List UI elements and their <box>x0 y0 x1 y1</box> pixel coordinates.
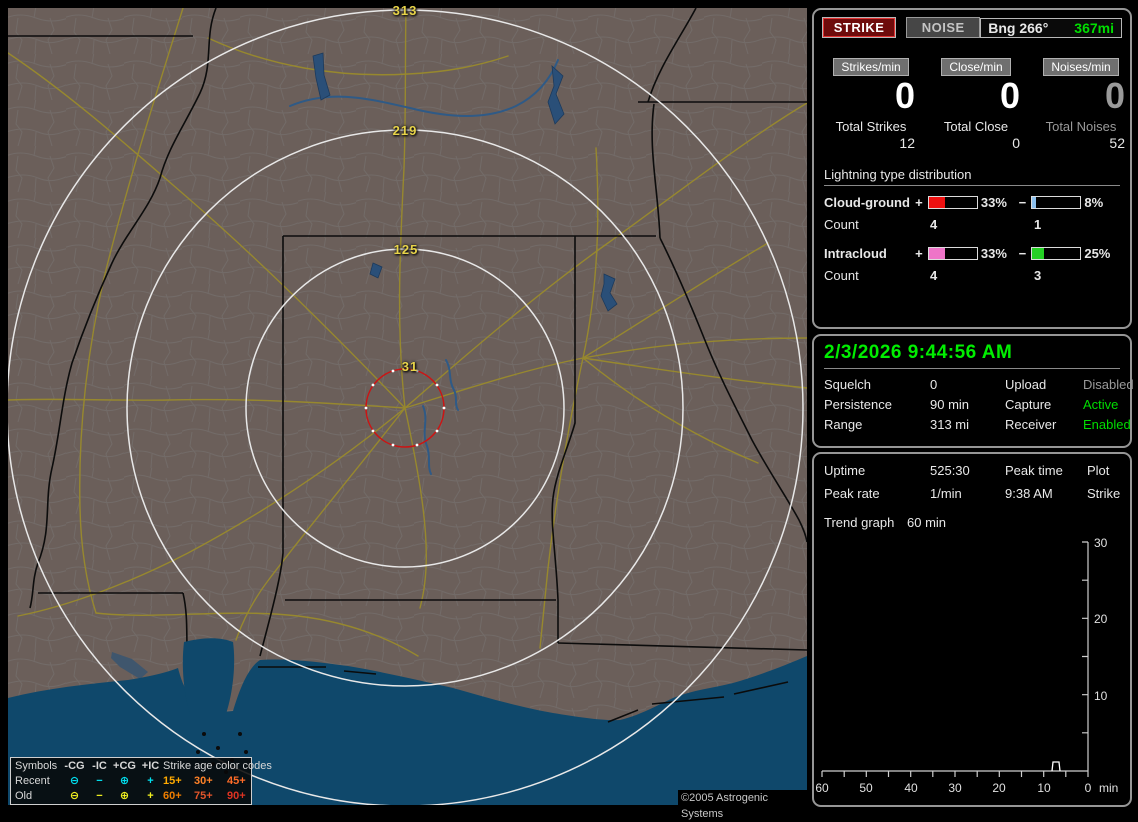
ic-positive-bar <box>927 247 978 260</box>
svg-text:min: min <box>1099 781 1118 795</box>
svg-text:50: 50 <box>859 781 873 795</box>
upload-label: Upload <box>1005 377 1047 392</box>
close-rate-value: 0 <box>999 75 1020 116</box>
intracloud-label: Intracloud <box>824 246 887 261</box>
range-label: Range <box>824 417 863 432</box>
svg-text:20: 20 <box>1094 612 1108 626</box>
lightning-map[interactable]: 313 219 125 31 Symbols -CG -IC +CG +IC S… <box>8 3 807 820</box>
plot-label: Plot <box>1087 463 1110 478</box>
total-strikes-label: Total Strikes <box>835 119 907 134</box>
status-panel: 2/3/2026 9:44:56 AM Squelch 0 Upload Dis… <box>812 334 1134 448</box>
uptime-value: 525:30 <box>930 463 970 478</box>
cg-negative-count: 1 <box>1034 217 1042 232</box>
bearing-display: Bng 266° 367mi <box>980 17 1122 38</box>
plus-sign: + <box>915 246 923 261</box>
count-label: Count <box>824 268 859 283</box>
cloud-ground-row: Cloud-ground + 33% − 8% <box>824 195 1120 210</box>
cg-positive-count: 4 <box>930 217 938 232</box>
svg-text:0: 0 <box>1085 781 1092 795</box>
cg-negative-pct: 8% <box>1084 195 1104 210</box>
receiver-label: Receiver <box>1005 417 1057 432</box>
strike-button[interactable]: STRIKE <box>822 17 897 38</box>
peak-time-label: Peak time <box>1005 463 1063 478</box>
squelch-label: Squelch <box>824 377 871 392</box>
total-strikes-value: 12 <box>899 135 915 151</box>
minus-sign: − <box>1018 246 1027 261</box>
peak-time-value: 9:38 AM <box>1005 486 1053 501</box>
total-noises-value: 52 <box>1109 135 1125 151</box>
mobile-bay <box>182 638 235 714</box>
cloud-ground-label: Cloud-ground <box>824 195 910 210</box>
count-label: Count <box>824 217 859 232</box>
noises-rate-value: 0 <box>1104 75 1125 116</box>
receiver-status: Enabled <box>1083 417 1131 432</box>
capture-label: Capture <box>1005 397 1052 412</box>
map-canvas <box>8 8 807 805</box>
ic-negative-count: 3 <box>1034 268 1042 283</box>
bearing-value: Bng 266° <box>988 19 1049 36</box>
cg-negative-bar <box>1031 196 1082 209</box>
persistence-value: 90 min <box>930 397 970 412</box>
uptime-label: Uptime <box>824 463 866 478</box>
strikes-column: Strikes/min 0 Total Strikes 12 <box>819 58 923 151</box>
noises-per-min-chip: Noises/min <box>1043 58 1119 76</box>
ic-negative-bar <box>1031 247 1082 260</box>
noise-button[interactable]: NOISE <box>906 17 981 38</box>
svg-text:40: 40 <box>904 781 918 795</box>
ic-count-row: Count 4 3 <box>824 268 1120 283</box>
persistence-label: Persistence <box>824 397 892 412</box>
peak-rate-label: Peak rate <box>824 486 880 501</box>
stats-panel: Uptime 525:30 Peak time Plot Peak rate 1… <box>812 452 1132 807</box>
range-value: 313 mi <box>930 417 970 432</box>
lightning-distribution: Lightning type distribution Cloud-ground… <box>824 167 1120 283</box>
strike-panel: STRIKE NOISE Bng 266° 367mi Strikes/min … <box>812 8 1132 329</box>
total-noises-label: Total Noises <box>1045 119 1117 134</box>
trend-graph-label: Trend graph <box>824 515 895 530</box>
svg-text:10: 10 <box>1037 781 1051 795</box>
ic-positive-pct: 33% <box>980 246 1007 261</box>
intracloud-row: Intracloud + 33% − 25% <box>824 246 1120 261</box>
trend-graph-window: 60 min <box>907 515 947 530</box>
bearing-distance: 367mi <box>1074 19 1114 36</box>
close-column: Close/min 0 Total Close 0 <box>924 58 1028 151</box>
graph-tick-labels: 30 20 10 60 50 40 30 20 10 0 min <box>815 536 1118 795</box>
close-per-min-chip: Close/min <box>941 58 1011 76</box>
plot-mode-value: Strike <box>1087 486 1121 501</box>
upload-status: Disabled <box>1083 377 1134 392</box>
squelch-value: 0 <box>930 377 938 392</box>
minus-sign: − <box>1018 195 1027 210</box>
datetime-display: 2/3/2026 9:44:56 AM <box>824 342 1120 369</box>
svg-text:60: 60 <box>815 781 829 795</box>
noises-column: Noises/min 0 Total Noises 52 <box>1029 58 1133 151</box>
svg-text:30: 30 <box>948 781 962 795</box>
peak-rate-value: 1/min <box>930 486 962 501</box>
distribution-title: Lightning type distribution <box>824 167 1120 186</box>
capture-status: Active <box>1083 397 1119 412</box>
total-close-label: Total Close <box>943 119 1009 134</box>
strike-rate-spike <box>1051 761 1061 772</box>
ic-positive-count: 4 <box>930 268 938 283</box>
svg-text:20: 20 <box>992 781 1006 795</box>
svg-text:10: 10 <box>1094 689 1108 703</box>
total-close-value: 0 <box>1012 135 1020 151</box>
cg-count-row: Count 4 1 <box>824 217 1120 232</box>
cg-positive-pct: 33% <box>980 195 1007 210</box>
strikes-per-min-chip: Strikes/min <box>833 58 909 76</box>
cg-positive-bar <box>927 196 978 209</box>
nexstorm-window: { "map": { "ring_labels": ["313", "219",… <box>0 0 1138 820</box>
ic-negative-pct: 25% <box>1084 246 1111 261</box>
strikes-rate-value: 0 <box>894 75 915 116</box>
svg-text:30: 30 <box>1094 536 1108 550</box>
plus-sign: + <box>915 195 923 210</box>
trend-graph: 30 20 10 60 50 40 30 20 10 0 min <box>815 536 1118 795</box>
graph-axes <box>821 541 1089 777</box>
